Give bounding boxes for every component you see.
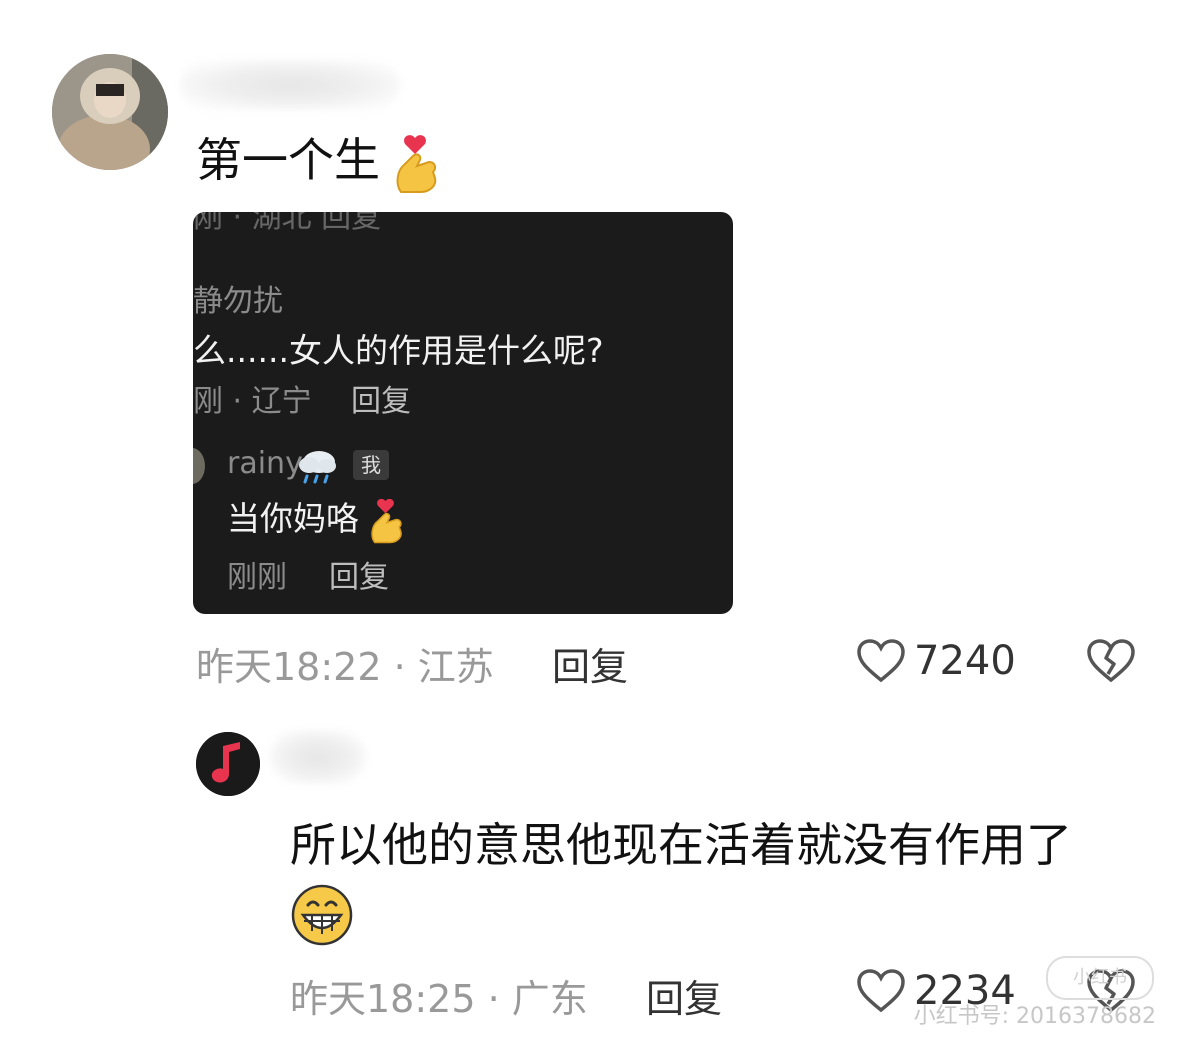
avatar[interactable] xyxy=(52,54,168,170)
music-note-icon xyxy=(196,732,260,796)
comment-text: 第一个生 xyxy=(196,130,439,194)
reply-button[interactable]: 回复 xyxy=(646,968,722,1023)
dislike-broken-heart-icon[interactable] xyxy=(1086,638,1136,684)
username-blurred[interactable] xyxy=(270,730,366,784)
question-time-location: 刚 · 辽宁 xyxy=(193,384,312,419)
reply-username: rainy xyxy=(227,446,303,481)
watermark-id: 小红书号: 2016378682 xyxy=(913,1004,1156,1029)
like-heart-icon[interactable] xyxy=(856,638,906,684)
like-count: 7240 xyxy=(914,638,1016,684)
finger-heart-emoji-icon xyxy=(370,498,402,543)
username-blurred[interactable] xyxy=(180,60,400,110)
embedded-screenshot: 刚 · 湖北 回复 静勿扰 么......女人的作用是什么呢? 刚 · 辽宁 回… xyxy=(193,212,733,614)
grinning-face-emoji-icon xyxy=(291,884,353,945)
like-heart-icon[interactable] xyxy=(856,968,906,1014)
me-badge: 我 xyxy=(353,450,389,480)
partial-username: 静勿扰 xyxy=(193,284,283,319)
comment-time-location: 昨天18:22 · 江苏 xyxy=(196,645,494,689)
avatar[interactable] xyxy=(196,732,260,796)
watermark-logo: 小红书 xyxy=(1046,956,1154,1000)
reply-reply-button: 回复 xyxy=(329,560,389,595)
reply-text: 当你妈咯 xyxy=(227,492,404,544)
avatar-photo xyxy=(52,54,168,170)
finger-heart-emoji-icon xyxy=(396,134,436,193)
comment-time-location: 昨天18:25 · 广东 xyxy=(290,977,588,1021)
cut-off-meta: 刚 · 湖北 回复 xyxy=(193,212,382,235)
reply-time: 刚刚 xyxy=(227,560,287,595)
reply-avatar xyxy=(193,448,205,484)
comment-text: 所以他的意思他现在活着就没有作用了 xyxy=(290,812,1150,947)
rain-cloud-emoji-icon xyxy=(299,451,336,484)
question-text: 么......女人的作用是什么呢? xyxy=(193,331,604,370)
question-reply-button: 回复 xyxy=(351,384,411,419)
reply-button[interactable]: 回复 xyxy=(552,636,628,691)
